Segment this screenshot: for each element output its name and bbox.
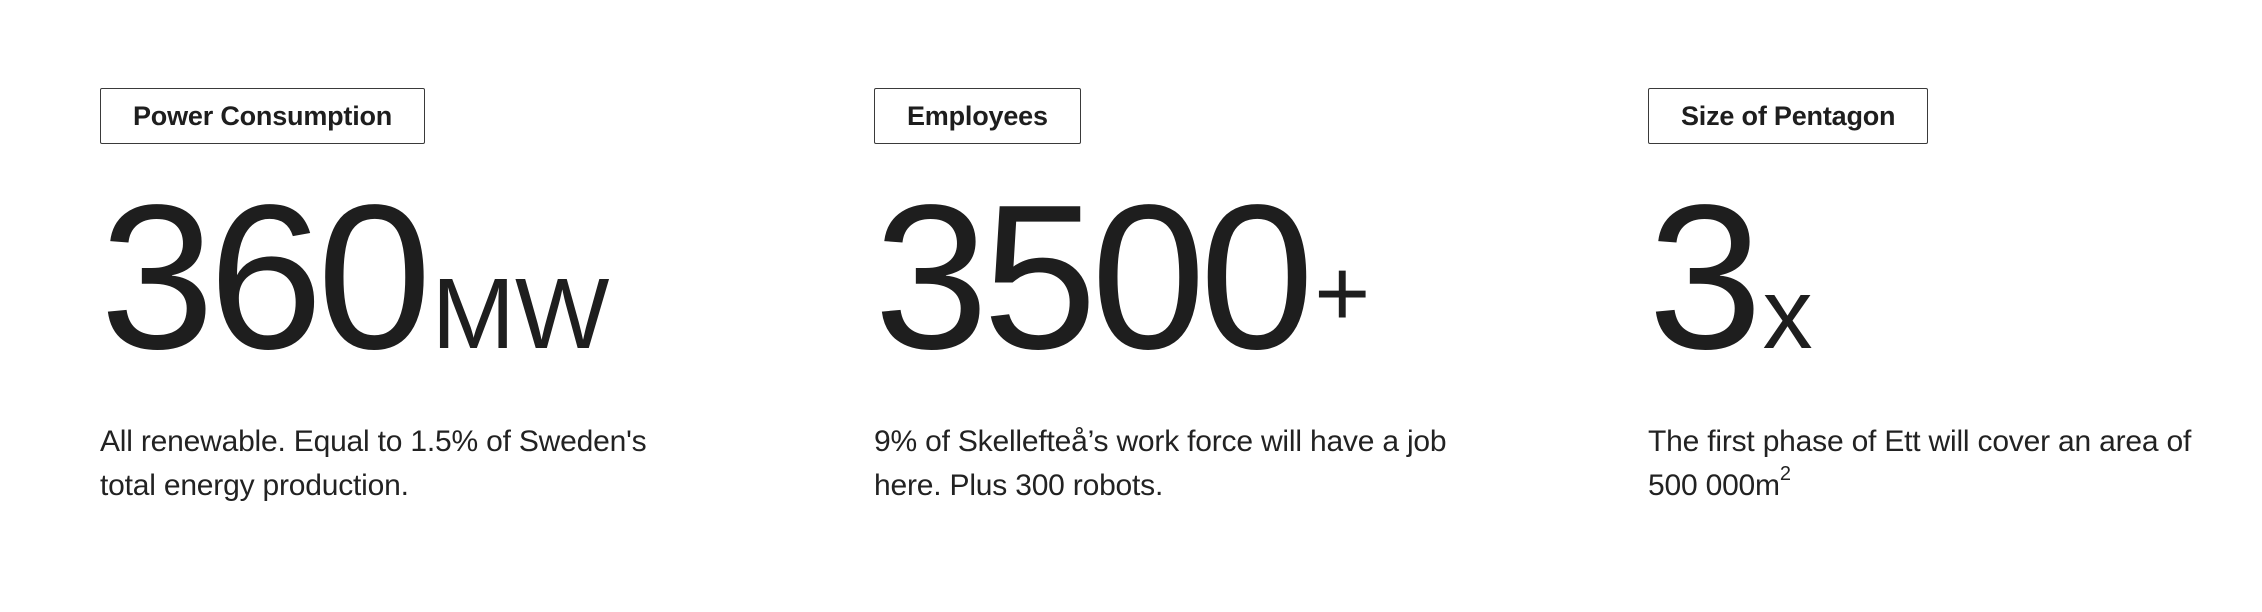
stat-value: 360 [100, 162, 432, 392]
stat-label: Employees [874, 88, 1081, 144]
stat-figure: 3500 + [874, 162, 1648, 392]
stat-description: The first phase of Ett will cover an are… [1648, 420, 2228, 508]
stat-size-of-pentagon: Size of Pentagon 3 x The first phase of … [1648, 88, 2248, 508]
stat-power-consumption: Power Consumption 360 MW All renewable. … [100, 88, 874, 508]
stat-description-text: The first phase of Ett will cover an are… [1648, 425, 2192, 502]
stat-figure: 360 MW [100, 162, 874, 392]
stat-value: 3500 [874, 162, 1314, 392]
stat-label: Size of Pentagon [1648, 88, 1929, 144]
stat-employees: Employees 3500 + 9% of Skellefteå’s work… [874, 88, 1648, 508]
stat-description-superscript: 2 [1779, 463, 1791, 485]
stat-description: All renewable. Equal to 1.5% of Sweden's… [100, 425, 647, 502]
stat-description: 9% of Skellefteå’s work force will have … [874, 425, 1447, 502]
stat-figure: 3 x [1648, 162, 2248, 392]
stat-value: 3 [1648, 162, 1763, 392]
stats-row: Power Consumption 360 MW All renewable. … [100, 88, 2248, 508]
stat-label: Power Consumption [100, 88, 426, 144]
stat-unit: MW [431, 258, 610, 370]
stat-unit: + [1314, 240, 1371, 347]
stat-unit: x [1762, 258, 1813, 370]
